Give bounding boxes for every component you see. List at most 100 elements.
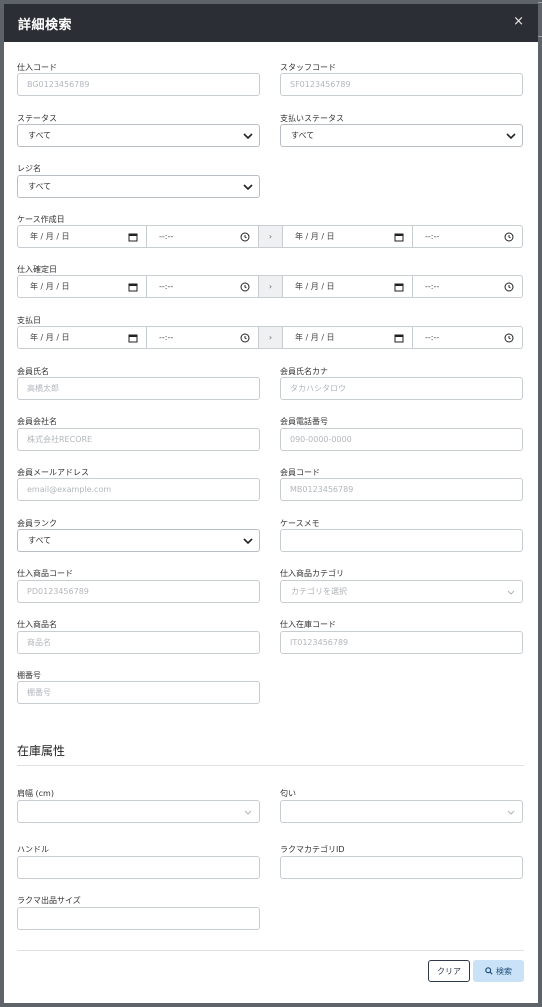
- backdrop-edge: [538, 2, 542, 3]
- clock-icon: [240, 232, 250, 242]
- clear-button[interactable]: クリア: [428, 960, 470, 982]
- register-name-label: レジ名: [17, 164, 41, 173]
- purchase-confirmed-from-time[interactable]: --:--: [147, 275, 259, 298]
- payment-date-range: 年 / 月 / 日 --:-- › 年 / 月 / 日 --:--: [17, 326, 523, 349]
- purchase-confirmed-from-date[interactable]: 年 / 月 / 日: [17, 275, 147, 298]
- handle-label: ハンドル: [17, 845, 49, 854]
- member-phone-label: 会員電話番号: [280, 417, 328, 426]
- member-code-label: 会員コード: [280, 468, 320, 477]
- calendar-icon: [128, 334, 138, 343]
- status-select[interactable]: すべて: [17, 124, 260, 147]
- register-name-value: すべて: [28, 182, 52, 191]
- calendar-icon: [394, 233, 404, 242]
- staff-code-label: スタッフコード: [280, 63, 336, 72]
- smell-select[interactable]: [280, 800, 523, 823]
- search-icon: [485, 967, 493, 975]
- stock-attributes-title: 在庫属性: [17, 744, 66, 758]
- chevron-down-icon: [507, 810, 515, 815]
- payment-status-select[interactable]: すべて: [280, 124, 523, 147]
- member-rank-select[interactable]: すべて: [17, 529, 260, 552]
- payment-date-label: 支払日: [17, 316, 41, 325]
- case-created-from-date[interactable]: 年 / 月 / 日: [17, 225, 147, 248]
- chevron-down-icon: [244, 810, 252, 815]
- modal-header: 詳細検索 ×: [4, 4, 538, 42]
- status-label: ステータス: [17, 114, 57, 123]
- payment-date-from-time[interactable]: --:--: [147, 326, 259, 349]
- purchase-code-label: 仕入コード: [17, 63, 57, 72]
- chevron-down-icon: [243, 184, 253, 191]
- clock-icon: [504, 232, 514, 242]
- member-name-kana-input[interactable]: タカハシタロウ: [280, 377, 523, 400]
- payment-date-to-time[interactable]: --:--: [413, 326, 523, 349]
- purchase-confirmed-to-date[interactable]: 年 / 月 / 日: [283, 275, 413, 298]
- rakuma-size-label: ラクマ出品サイズ: [17, 896, 81, 905]
- calendar-icon: [394, 334, 404, 343]
- range-separator: ›: [259, 326, 283, 349]
- footer-divider: [17, 950, 524, 951]
- register-name-select[interactable]: すべて: [17, 175, 260, 198]
- case-created-label: ケース作成日: [17, 215, 65, 224]
- purchase-code-input[interactable]: BG0123456789: [17, 73, 260, 96]
- handle-input[interactable]: [17, 856, 260, 879]
- advanced-search-modal: 詳細検索 × 仕入コード BG0123456789 スタッフコード SF0123…: [4, 4, 538, 1003]
- chevron-down-icon: [506, 133, 516, 140]
- product-name-input[interactable]: 商品名: [17, 631, 260, 654]
- search-button-label: 検索: [496, 966, 512, 976]
- product-name-label: 仕入商品名: [17, 620, 57, 629]
- date-placeholder: 年 / 月 / 日: [30, 232, 70, 241]
- member-email-input[interactable]: email@example.com: [17, 478, 260, 501]
- case-created-to-time[interactable]: --:--: [413, 225, 523, 248]
- product-code-input[interactable]: PD0123456789: [17, 580, 260, 603]
- date-placeholder: 年 / 月 / 日: [295, 333, 335, 342]
- product-category-select[interactable]: カテゴリを選択: [280, 580, 523, 603]
- modal-title: 詳細検索: [18, 17, 73, 33]
- purchase-confirmed-range: 年 / 月 / 日 --:-- › 年 / 月 / 日 --:--: [17, 275, 523, 298]
- date-placeholder: 年 / 月 / 日: [30, 333, 70, 342]
- time-placeholder: --:--: [425, 282, 440, 291]
- rakuma-size-input[interactable]: [17, 907, 260, 930]
- payment-date-to-date[interactable]: 年 / 月 / 日: [283, 326, 413, 349]
- calendar-icon: [128, 233, 138, 242]
- clock-icon: [240, 333, 250, 343]
- status-value: すべて: [28, 131, 52, 140]
- chevron-down-icon: [243, 133, 253, 140]
- member-rank-label: 会員ランク: [17, 519, 57, 528]
- member-name-input[interactable]: 高橋太郎: [17, 377, 260, 400]
- product-code-label: 仕入商品コード: [17, 569, 73, 578]
- search-button[interactable]: 検索: [473, 960, 524, 982]
- shelf-number-input[interactable]: 棚番号: [17, 681, 260, 704]
- shoulder-width-select[interactable]: [17, 800, 260, 823]
- section-divider: [17, 765, 524, 766]
- case-memo-label: ケースメモ: [280, 519, 320, 528]
- shoulder-width-label: 肩幅 (cm): [17, 789, 54, 798]
- member-phone-input[interactable]: 090-0000-0000: [280, 428, 523, 451]
- time-placeholder: --:--: [159, 232, 174, 241]
- calendar-icon: [128, 283, 138, 292]
- purchase-confirmed-label: 仕入確定日: [17, 265, 57, 274]
- case-created-from-time[interactable]: --:--: [147, 225, 259, 248]
- close-button[interactable]: ×: [513, 15, 524, 29]
- member-code-input[interactable]: MB0123456789: [280, 478, 523, 501]
- member-name-label: 会員氏名: [17, 367, 49, 376]
- rakuma-category-label: ラクマカテゴリID: [280, 845, 345, 854]
- date-placeholder: 年 / 月 / 日: [295, 232, 335, 241]
- member-email-label: 会員メールアドレス: [17, 468, 89, 477]
- staff-code-input[interactable]: SF0123456789: [280, 73, 523, 96]
- case-memo-input[interactable]: [280, 529, 523, 552]
- member-rank-value: すべて: [28, 536, 52, 545]
- rakuma-category-input[interactable]: [280, 856, 523, 879]
- case-created-to-date[interactable]: 年 / 月 / 日: [283, 225, 413, 248]
- date-placeholder: 年 / 月 / 日: [295, 282, 335, 291]
- payment-status-label: 支払いステータス: [280, 114, 344, 123]
- payment-date-from-date[interactable]: 年 / 月 / 日: [17, 326, 147, 349]
- time-placeholder: --:--: [159, 333, 174, 342]
- member-company-input[interactable]: 株式会社RECORE: [17, 428, 260, 451]
- product-category-label: 仕入商品カテゴリ: [280, 569, 344, 578]
- product-category-placeholder: カテゴリを選択: [291, 587, 347, 596]
- range-separator: ›: [259, 275, 283, 298]
- chevron-down-icon: [243, 538, 253, 545]
- date-placeholder: 年 / 月 / 日: [30, 282, 70, 291]
- purchase-confirmed-to-time[interactable]: --:--: [413, 275, 523, 298]
- case-created-range: 年 / 月 / 日 --:-- › 年 / 月 / 日 --:--: [17, 225, 523, 248]
- stock-code-input[interactable]: IT0123456789: [280, 631, 523, 654]
